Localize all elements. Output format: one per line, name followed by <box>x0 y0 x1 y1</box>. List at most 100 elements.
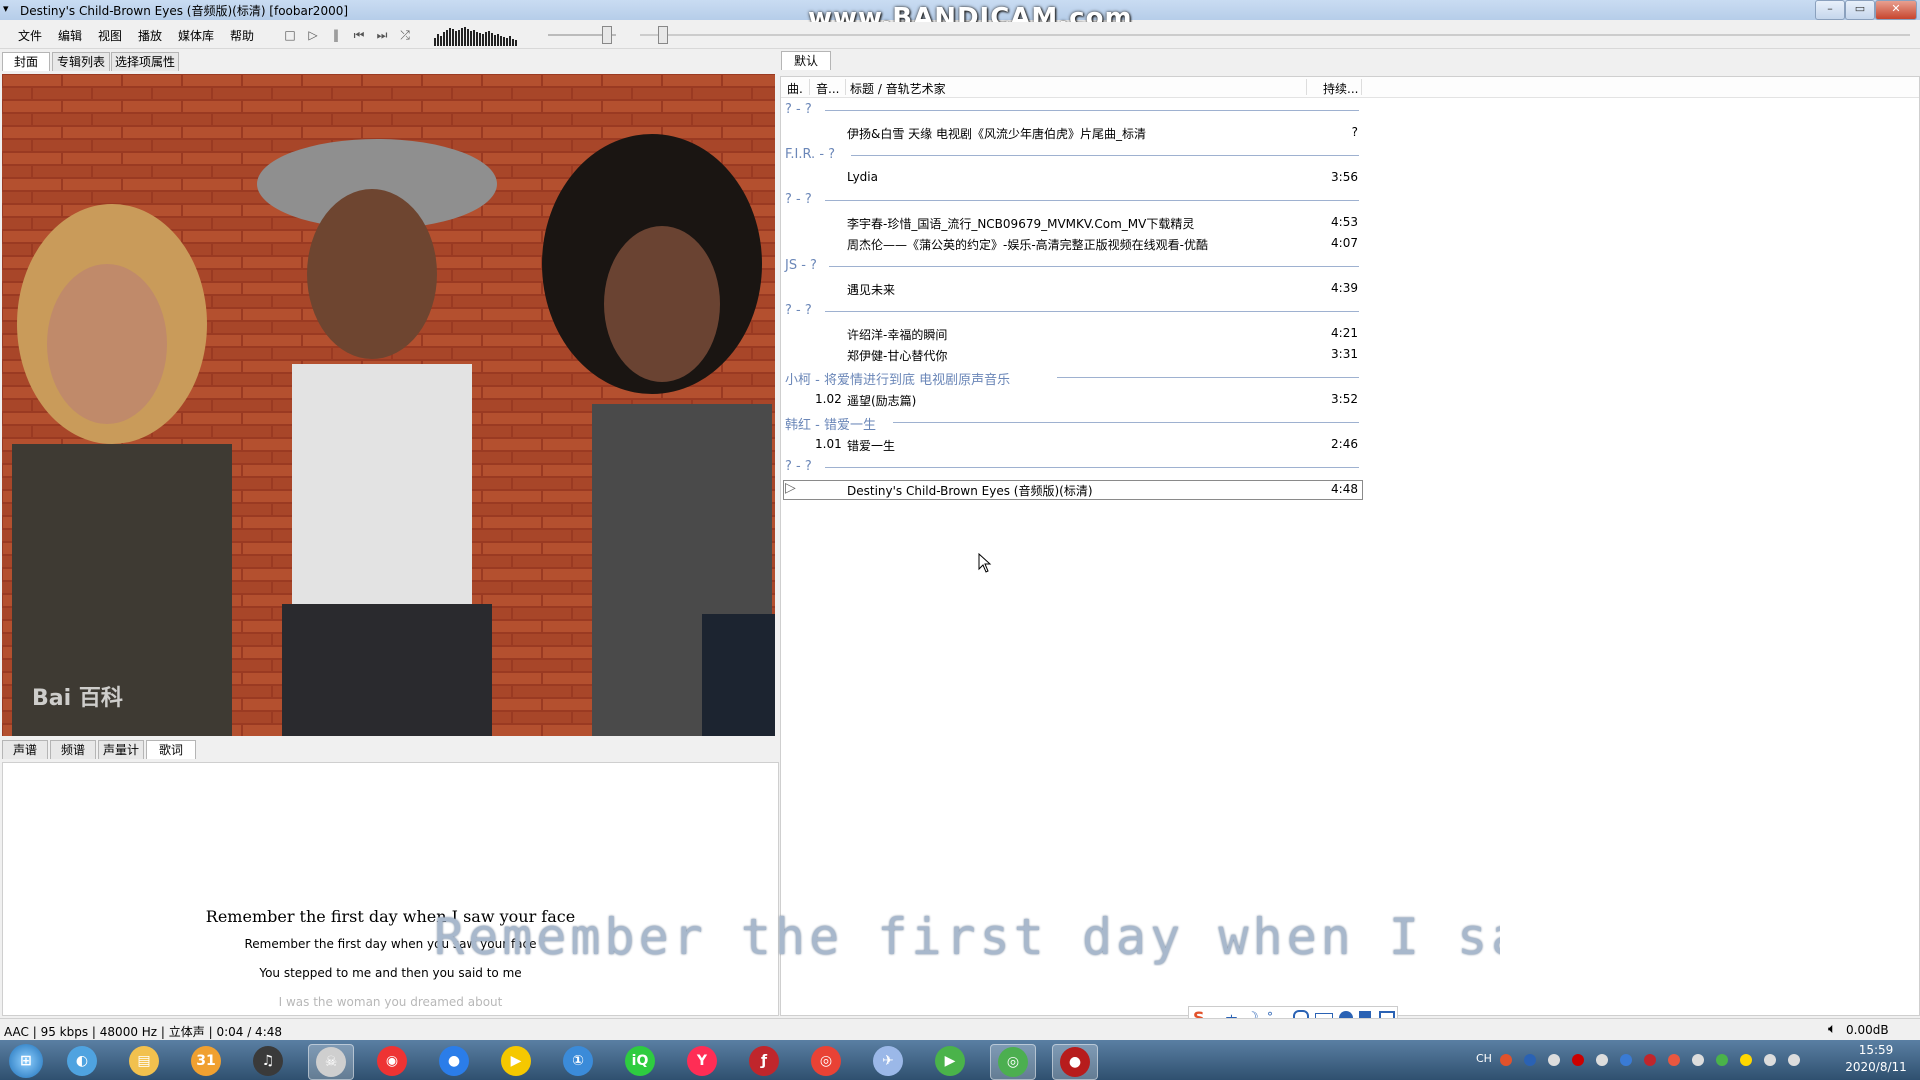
tray-icon[interactable] <box>1596 1054 1608 1066</box>
calendar-31-icon: 31 <box>191 1046 221 1076</box>
taskbar-headphones-icon[interactable]: ♫ <box>246 1044 290 1078</box>
tab-properties[interactable]: 选择项属性 <box>111 52 179 71</box>
visualizer-bar <box>449 28 451 46</box>
taskbar-alien-icon[interactable]: ☠ <box>308 1044 354 1080</box>
track-title[interactable]: 遥望(励志篇) <box>847 392 916 409</box>
tray-icon[interactable] <box>1500 1054 1512 1066</box>
col-track-no[interactable]: 曲. <box>787 80 803 97</box>
tab-cover[interactable]: 封面 <box>2 52 50 71</box>
track-title[interactable]: 遇见未来 <box>847 281 895 298</box>
record-icon: ● <box>1060 1047 1090 1077</box>
play-icon[interactable]: ▷ <box>305 27 321 43</box>
tab-lyrics[interactable]: 歌词 <box>146 740 196 759</box>
menu-help[interactable]: 帮助 <box>230 27 254 44</box>
speaker-icon[interactable]: 🔈︎ <box>1828 1021 1836 1037</box>
status-bar: AAC | 95 kbps | 48000 Hz | 立体声 | 0:04 / … <box>0 1018 1920 1041</box>
tray-icon[interactable] <box>1668 1054 1680 1066</box>
taskbar-player-icon[interactable]: ▶ <box>494 1044 538 1078</box>
taskbar-video-icon[interactable]: ▶ <box>928 1044 972 1078</box>
visualizer-bar <box>458 30 460 46</box>
taskbar-netease-music-icon[interactable]: ◉ <box>370 1044 414 1078</box>
tray-icon[interactable] <box>1572 1054 1584 1066</box>
chrome-icon: ◎ <box>811 1046 841 1076</box>
menu-view[interactable]: 视图 <box>98 27 122 44</box>
random-icon[interactable]: ⤮ <box>397 27 413 43</box>
track-title[interactable]: 错爱一生 <box>847 437 895 454</box>
track-title[interactable]: 周杰伦——《蒲公英的约定》-娱乐-高清完整正版视频在线观看-优酷 <box>847 236 1208 253</box>
pause-icon[interactable]: ‖ <box>328 27 344 43</box>
clock-time[interactable]: 15:59 <box>1848 1043 1904 1057</box>
tray-language[interactable]: CH <box>1476 1052 1492 1065</box>
track-title[interactable]: 伊扬&白雪 天缘 电视剧《风流少年唐伯虎》片尾曲_标清 <box>847 125 1146 142</box>
taskbar-bird-icon[interactable]: ✈ <box>866 1044 910 1078</box>
lyric-line: You stepped to me and then you said to m… <box>259 966 522 980</box>
track-duration: 2:46 <box>1331 437 1358 451</box>
track-title[interactable]: 郑伊健-甘心替代你 <box>847 347 947 364</box>
taskbar-youku-icon[interactable]: Y <box>680 1044 724 1078</box>
maximize-button[interactable]: ▭ <box>1845 0 1875 20</box>
start-button[interactable]: ⊞ <box>4 1042 48 1078</box>
taskbar-chrome-icon[interactable]: ◎ <box>804 1044 848 1078</box>
seek-thumb[interactable] <box>657 26 668 44</box>
menu-library[interactable]: 媒体库 <box>178 27 214 44</box>
tray-icon[interactable] <box>1620 1054 1632 1066</box>
group-header: ? - ? <box>785 192 812 207</box>
previous-icon[interactable]: ⏮ <box>351 27 367 43</box>
tray-icon[interactable] <box>1524 1054 1536 1066</box>
seek-bar[interactable] <box>640 34 1910 36</box>
visualizer-bar <box>506 38 508 46</box>
col-album[interactable]: 音... <box>816 80 839 97</box>
track-title[interactable]: Destiny's Child-Brown Eyes (音频版)(标清) <box>847 482 1093 499</box>
minimize-button[interactable]: – <box>1815 0 1845 20</box>
netease-music-icon: ◉ <box>377 1046 407 1076</box>
menu-edit[interactable]: 编辑 <box>58 27 82 44</box>
taskbar-explorer-icon[interactable]: ▤ <box>122 1044 166 1078</box>
tray-icon[interactable] <box>1764 1054 1776 1066</box>
clock-date[interactable]: 2020/8/11 <box>1832 1060 1920 1074</box>
visualizer-bar <box>470 31 472 46</box>
track-title[interactable]: 许绍洋-幸福的瞬间 <box>847 326 947 343</box>
taskbar-iqiyi-icon[interactable]: iQ <box>618 1044 662 1078</box>
tab-playlist-default[interactable]: 默认 <box>781 51 831 70</box>
visualizer-bar <box>455 31 457 46</box>
track-title[interactable]: Lydia <box>847 170 878 184</box>
track-title[interactable]: 李宇春-珍惜_国语_流行_NCB09679_MVMKV.Com_MV下载精灵 <box>847 215 1194 232</box>
col-duration[interactable]: 持续... <box>1323 80 1358 97</box>
menu-playback[interactable]: 播放 <box>138 27 162 44</box>
volume-slider-thumb[interactable] <box>601 26 612 44</box>
tray-icon[interactable] <box>1788 1054 1800 1066</box>
visualizer-bar <box>491 33 493 46</box>
globe-icon: ◐ <box>67 1046 97 1076</box>
tab-spectrum[interactable]: 频谱 <box>50 740 96 759</box>
tab-album-list[interactable]: 专辑列表 <box>52 52 110 71</box>
volume-readout[interactable]: 0.00dB <box>1846 1023 1889 1037</box>
visualizer-bar <box>467 29 469 46</box>
taskbar-green-player-icon[interactable]: ◎ <box>990 1044 1036 1080</box>
visualizer-bar <box>452 29 454 46</box>
tray-icon[interactable] <box>1740 1054 1752 1066</box>
tray-icon[interactable] <box>1644 1054 1656 1066</box>
tray-icon[interactable] <box>1692 1054 1704 1066</box>
taskbar-info-icon[interactable]: ① <box>556 1044 600 1078</box>
taskbar-globe-icon[interactable]: ◐ <box>60 1044 104 1078</box>
taskbar-chrome-like-icon[interactable]: ● <box>432 1044 476 1078</box>
tab-vu-meter[interactable]: 声量计 <box>98 740 144 759</box>
next-icon[interactable]: ⏭ <box>374 27 390 43</box>
app-icon[interactable]: ▾ <box>3 3 15 15</box>
track-duration: 3:31 <box>1331 347 1358 361</box>
playlist-view: 曲. 音... 标题 / 音轨艺术家 持续... ? - ? 伊扬&白雪 天缘 … <box>780 76 1920 1016</box>
green-player-icon: ◎ <box>998 1047 1028 1077</box>
stop-icon[interactable]: □ <box>282 27 298 43</box>
taskbar-record-icon[interactable]: ● <box>1052 1044 1098 1080</box>
tray-icon[interactable] <box>1716 1054 1728 1066</box>
close-button[interactable]: ✕ <box>1875 0 1917 20</box>
taskbar-calendar-31-icon[interactable]: 31 <box>184 1044 228 1078</box>
menu-file[interactable]: 文件 <box>18 27 42 44</box>
taskbar-flash-icon[interactable]: ƒ <box>742 1044 786 1078</box>
mouse-cursor-icon <box>978 553 992 573</box>
col-title-artist[interactable]: 标题 / 音轨艺术家 <box>850 80 946 97</box>
visualizer-bar <box>440 36 442 46</box>
tab-spectrogram[interactable]: 声谱 <box>2 740 48 759</box>
alien-icon: ☠ <box>316 1047 346 1077</box>
tray-icon[interactable] <box>1548 1054 1560 1066</box>
